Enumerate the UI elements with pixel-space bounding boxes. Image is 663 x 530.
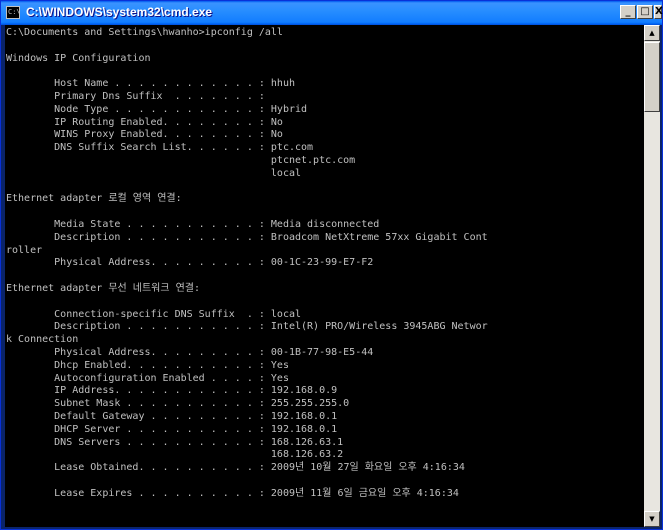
console-line: Dhcp Enabled. . . . . . . . . . . : Yes [6, 359, 289, 371]
console-line: Media State . . . . . . . . . . . : Medi… [6, 218, 380, 230]
console-line: 168.126.63.2 [6, 449, 344, 461]
cmd-icon[interactable]: C:\ [6, 6, 21, 19]
console-output: C:\Documents and Settings\hwanho>ipconfi… [5, 25, 644, 500]
console-line: Windows IP Configuration [6, 52, 151, 64]
console-line: ptcnet.ptc.com [6, 154, 356, 166]
maximize-button[interactable]: □ [637, 5, 653, 19]
console-line: Host Name . . . . . . . . . . . . : hhuh [6, 78, 295, 90]
console-line: Description . . . . . . . . . . . : Broa… [6, 231, 488, 243]
title-bar[interactable]: C:\ C:\WINDOWS\system32\cmd.exe _ □ X [1, 1, 663, 25]
console-line: Subnet Mask . . . . . . . . . . . : 255.… [6, 398, 350, 410]
scroll-down-arrow-icon[interactable]: ▼ [644, 511, 660, 527]
console-line: Ethernet adapter 로컬 영역 연결: [6, 193, 182, 205]
console-line: Ethernet adapter 무선 네트워크 연결: [6, 282, 201, 294]
scrollbar-thumb[interactable] [644, 42, 660, 112]
console-line: WINS Proxy Enabled. . . . . . . . : No [6, 129, 283, 141]
console-line: Physical Address. . . . . . . . . : 00-1… [6, 257, 374, 269]
console-line: k Connection [6, 334, 79, 346]
console-line: Primary Dns Suffix . . . . . . . : [6, 90, 265, 102]
console-line: local [6, 167, 302, 179]
console-area[interactable]: C:\Documents and Settings\hwanho>ipconfi… [5, 25, 644, 527]
console-line: IP Address. . . . . . . . . . . . : 192.… [6, 385, 338, 397]
console-line: C:\Documents and Settings\hwanho>ipconfi… [6, 27, 283, 38]
console-line: DHCP Server . . . . . . . . . . . : 192.… [6, 423, 338, 435]
console-line: Default Gateway . . . . . . . . . : 192.… [6, 410, 338, 422]
console-line: Node Type . . . . . . . . . . . . : Hybr… [6, 103, 308, 115]
console-line: Autoconfiguration Enabled . . . . : Yes [6, 372, 289, 384]
console-line: DNS Suffix Search List. . . . . . : ptc.… [6, 142, 314, 154]
vertical-scrollbar[interactable]: ▲ ▼ [644, 25, 660, 527]
close-button[interactable]: X [654, 5, 663, 19]
console-line: Connection-specific DNS Suffix . : local [6, 308, 302, 320]
cmd-window: C:\ C:\WINDOWS\system32\cmd.exe _ □ X C:… [0, 0, 663, 530]
console-line: DNS Servers . . . . . . . . . . . : 168.… [6, 436, 344, 448]
console-line: Lease Obtained. . . . . . . . . . : 2009… [6, 462, 465, 474]
window-title: C:\WINDOWS\system32\cmd.exe [26, 5, 213, 19]
console-line: Lease Expires . . . . . . . . . . : 2009… [6, 487, 459, 499]
scroll-up-arrow-icon[interactable]: ▲ [644, 25, 660, 41]
console-line: roller [6, 244, 43, 256]
minimize-button[interactable]: _ [620, 5, 636, 19]
console-line: Physical Address. . . . . . . . . : 00-1… [6, 346, 374, 358]
console-line: IP Routing Enabled. . . . . . . . : No [6, 116, 283, 128]
console-line: Description . . . . . . . . . . . : Inte… [6, 321, 488, 333]
